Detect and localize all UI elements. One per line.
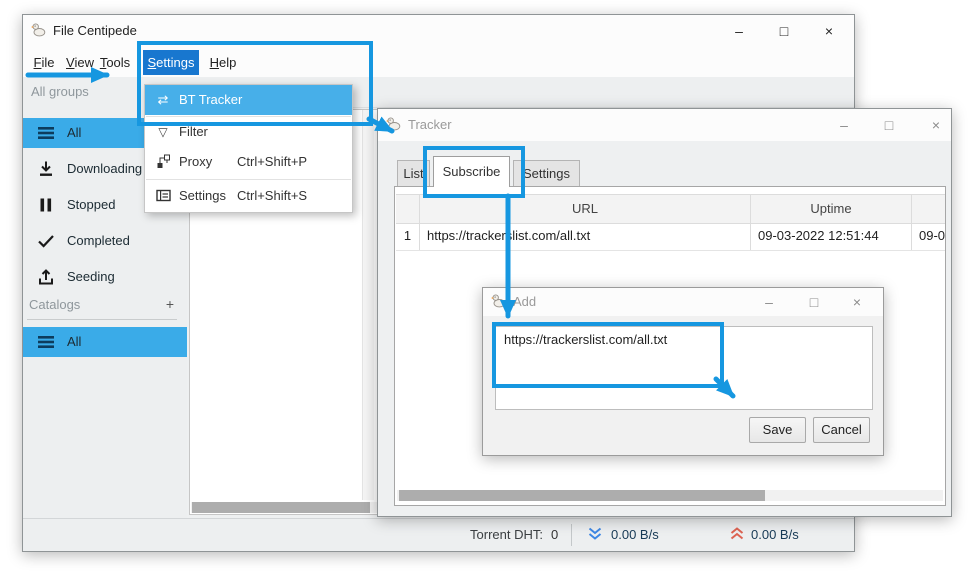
download-speed-value: 0.00 B/s [611,527,659,542]
download-icon [37,160,55,181]
add-dialog-titlebar[interactable]: Add – □ × [483,288,883,316]
header-uptime[interactable]: Uptime [750,195,911,223]
menu-item-proxy[interactable]: Proxy Ctrl+Shift+P [145,147,352,177]
catalogs-label: Catalogs [29,297,80,312]
menu-settings[interactable]: Settings [143,50,199,75]
minimize-button[interactable]: – [723,18,755,44]
header-extra[interactable] [911,195,946,223]
menu-item-filter[interactable]: ▽ Filter [145,117,352,147]
network-icon [155,154,171,170]
menu-file[interactable]: File [29,50,59,75]
header-row-number [396,195,419,223]
vertical-scrollbar[interactable] [362,110,374,500]
menu-item-bt-tracker[interactable]: ⇄ BT Tracker [145,85,352,115]
add-dialog: Add – □ × https://trackerslist.com/all.t… [482,287,884,456]
scrollbar-thumb[interactable] [192,502,370,513]
sidebar-item-seeding[interactable]: Seeding [23,262,187,292]
minimize-button[interactable]: – [756,289,782,315]
tab-list[interactable]: List [397,160,430,187]
close-button[interactable]: × [922,112,950,138]
save-button[interactable]: Save [749,417,806,443]
sidebar-item-completed[interactable]: Completed [23,226,187,256]
shuffle-icon: ⇄ [155,92,171,108]
menu-tools[interactable]: Tools [97,50,133,75]
app-duck-icon [386,116,402,135]
screen: File Centipede – □ × File View Tools Set… [0,0,978,572]
close-button[interactable]: × [844,289,870,315]
tracker-titlebar[interactable]: Tracker – □ × [378,109,951,141]
menu-help[interactable]: Help [206,50,240,75]
groups-bar-label: All groups [31,84,89,99]
menu-item-settings[interactable]: Settings Ctrl+Shift+S [145,181,352,211]
dht-label: Torrent DHT: [383,527,543,542]
settings-dropdown-menu: ⇄ BT Tracker ▽ Filter Proxy Ctrl+Shift+P… [144,84,353,213]
add-dialog-title: Add [513,294,536,309]
row-extra: 09-0 [911,222,946,250]
form-icon [155,188,171,204]
table-header-row: URL Uptime [396,194,946,224]
tracker-window-title: Tracker [408,117,452,132]
upload-speed-icon [729,527,745,544]
shortcut-label: Ctrl+Shift+P [237,154,307,169]
status-bar: Torrent DHT: 0 0.00 B/s 0.00 B/s [23,518,854,551]
table-row[interactable]: 1 https://trackerslist.com/all.txt 09-03… [396,222,946,251]
maximize-button[interactable]: □ [875,112,903,138]
download-speed-icon [587,527,603,544]
upload-icon [37,268,55,289]
catalogs-row: Catalogs + [23,295,187,315]
close-button[interactable]: × [813,18,845,44]
app-duck-icon [31,22,47,41]
sidebar-catalog-all[interactable]: All [23,327,187,357]
tracker-tabbar: List Subscribe Settings [378,156,951,187]
horizontal-scrollbar[interactable] [397,490,943,501]
tab-settings[interactable]: Settings [513,160,580,187]
row-url: https://trackerslist.com/all.txt [419,222,750,250]
main-window-title: File Centipede [53,23,137,38]
pause-icon [37,196,55,217]
add-catalog-button[interactable]: + [161,295,179,313]
menu-separator [146,179,351,180]
menu-icon [37,124,55,145]
header-url[interactable]: URL [419,195,750,223]
status-separator [571,524,572,546]
maximize-button[interactable]: □ [801,289,827,315]
sidebar-separator [27,319,177,320]
menu-bar: File View Tools Settings Help [23,47,854,77]
app-duck-icon [491,293,507,312]
tracker-url-input[interactable]: https://trackerslist.com/all.txt [495,326,873,410]
menu-view[interactable]: View [63,50,97,75]
shortcut-label: Ctrl+Shift+S [237,188,307,203]
menu-icon [37,333,55,354]
cancel-button[interactable]: Cancel [813,417,870,443]
tab-subscribe[interactable]: Subscribe [433,156,510,187]
dht-value: 0 [551,527,558,542]
row-uptime: 09-03-2022 12:51:44 [750,222,911,250]
check-icon [37,232,55,253]
row-number: 1 [396,222,419,250]
funnel-icon: ▽ [155,124,171,140]
scrollbar-thumb[interactable] [399,490,765,501]
minimize-button[interactable]: – [830,112,858,138]
main-titlebar[interactable]: File Centipede – □ × [23,15,854,47]
upload-speed-value: 0.00 B/s [751,527,799,542]
maximize-button[interactable]: □ [768,18,800,44]
